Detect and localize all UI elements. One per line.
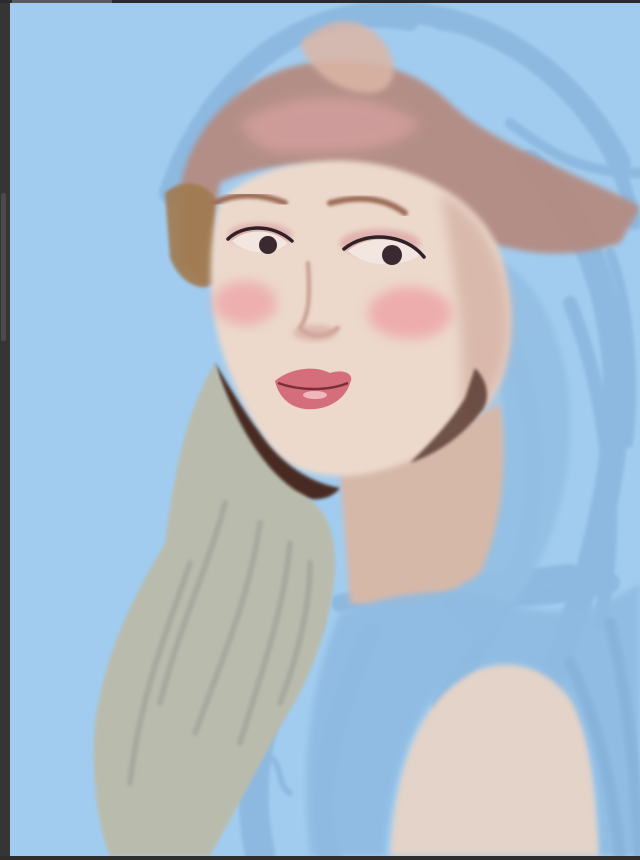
lip-highlight [303,391,327,399]
iris-right [382,245,402,265]
iris-left [259,236,277,254]
painting-canvas[interactable] [10,3,640,856]
blush-left [213,281,277,325]
left-panel-gutter [0,3,10,860]
artwork [10,3,640,856]
nose-shadow [293,325,337,341]
panel-resize-handle[interactable] [1,193,6,341]
painting-app-window [0,0,640,860]
bottom-status-strip [0,856,640,860]
blush-right [368,287,452,339]
